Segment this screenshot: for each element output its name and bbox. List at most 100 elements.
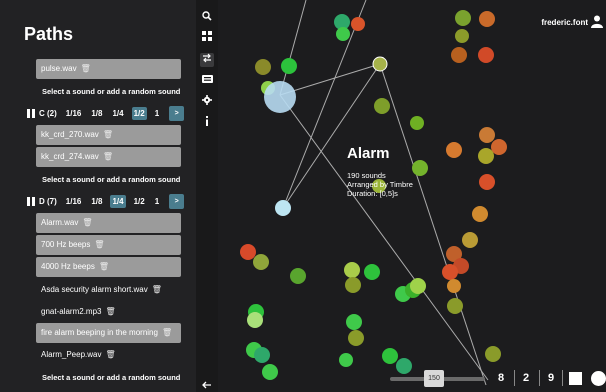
circle-mode-icon[interactable] [591, 371, 606, 386]
info-icon[interactable] [200, 116, 214, 130]
sound-dot[interactable] [462, 232, 478, 248]
user-name[interactable]: frederic.font [541, 18, 588, 27]
sound-dot[interactable] [382, 348, 398, 364]
sound-dot[interactable] [290, 268, 306, 284]
hint-text[interactable]: Select a sound or add a random sound [42, 373, 192, 382]
rate-1-16[interactable]: 1/16 [64, 107, 84, 120]
trash-icon[interactable]: 🗑 [105, 302, 115, 322]
sound-dot[interactable] [339, 353, 353, 367]
sound-dot[interactable] [254, 347, 270, 363]
sound-item[interactable]: pulse.wav 🗑 [36, 59, 181, 79]
sound-item[interactable]: kk_crd_274.wav 🗑 [36, 147, 181, 167]
trash-icon[interactable]: 🗑 [81, 59, 91, 79]
trash-icon[interactable]: 🗑 [103, 125, 113, 145]
sound-dot[interactable] [479, 127, 495, 143]
go-button[interactable]: > [169, 193, 185, 209]
sound-dot[interactable] [455, 29, 469, 43]
trash-icon[interactable]: 🗑 [99, 257, 109, 277]
rate-1-8[interactable]: 1/8 [89, 107, 104, 120]
trash-icon[interactable]: 🗑 [94, 235, 104, 255]
count-button[interactable]: 9 [548, 372, 554, 384]
rate-1-8[interactable]: 1/8 [89, 195, 104, 208]
square-mode-icon[interactable] [569, 372, 582, 385]
sound-dot[interactable] [247, 312, 263, 328]
rate-1[interactable]: 1 [153, 107, 161, 120]
trash-icon[interactable]: 🗑 [152, 280, 162, 300]
trash-icon[interactable]: 🗑 [82, 213, 92, 233]
sound-dot[interactable] [255, 59, 271, 75]
sound-dot[interactable] [447, 298, 463, 314]
sound-label: fire alarm beeping in the morning [41, 328, 158, 337]
sound-dot[interactable] [455, 10, 471, 26]
count-button[interactable]: 8 [498, 372, 504, 384]
sound-item[interactable]: Alarm.wav 🗑 [36, 213, 181, 233]
sound-item[interactable]: 700 Hz beeps 🗑 [36, 235, 181, 255]
sound-dot[interactable] [472, 206, 488, 222]
zoom-slider-thumb[interactable]: 150 [424, 370, 444, 387]
separator [562, 370, 563, 386]
cluster-title: Alarm [347, 145, 390, 162]
sound-dot[interactable] [345, 277, 361, 293]
sound-dot[interactable] [336, 27, 350, 41]
sound-label: Alarm.wav [41, 218, 79, 227]
sound-item[interactable]: Asda security alarm short.wav 🗑 [36, 280, 181, 300]
count-button[interactable]: 2 [523, 372, 529, 384]
sound-item[interactable]: Alarm_Peep.wav 🗑 [36, 345, 181, 365]
sound-dot[interactable] [372, 56, 388, 72]
hint-text[interactable]: Select a sound or add a random sound [42, 175, 192, 184]
pause-icon[interactable] [27, 108, 35, 118]
user-icon[interactable] [590, 14, 604, 28]
rate-1-16[interactable]: 1/16 [64, 195, 84, 208]
sound-dot[interactable] [346, 314, 362, 330]
sound-dot[interactable] [240, 244, 256, 260]
trash-icon[interactable]: 🗑 [105, 345, 115, 365]
gear-icon[interactable] [200, 95, 214, 109]
sound-dot[interactable] [479, 11, 495, 27]
sound-dot[interactable] [374, 98, 390, 114]
keyboard-icon[interactable] [200, 74, 214, 88]
sound-dot[interactable] [364, 264, 380, 280]
sound-dot[interactable] [262, 364, 278, 380]
sound-dot[interactable] [478, 47, 494, 63]
cluster-count: 190 sounds [347, 171, 386, 180]
sound-dot[interactable] [485, 346, 501, 362]
rate-1-4[interactable]: 1/4 [110, 194, 126, 208]
hint-text[interactable]: Select a sound or add a random sound [42, 87, 192, 96]
sound-item[interactable]: fire alarm beeping in the morning 🗑 [36, 323, 181, 343]
sound-map-canvas[interactable] [218, 0, 606, 392]
sound-dot-selected[interactable] [275, 200, 291, 216]
trash-icon[interactable]: 🗑 [103, 147, 113, 167]
sound-dot[interactable] [410, 116, 424, 130]
trash-icon[interactable]: 🗑 [162, 323, 172, 343]
sound-dot[interactable] [442, 264, 458, 280]
search-icon[interactable] [200, 11, 214, 25]
sound-dot[interactable] [351, 17, 365, 31]
sound-item[interactable]: kk_crd_270.wav 🗑 [36, 125, 181, 145]
swap-icon[interactable] [200, 53, 214, 67]
rate-1-2[interactable]: 1/2 [132, 195, 147, 208]
sound-dot[interactable] [478, 148, 494, 164]
sound-dot[interactable] [491, 139, 507, 155]
rate-1-2[interactable]: 1/2 [131, 106, 147, 120]
sound-dot[interactable] [410, 278, 426, 294]
sound-map[interactable]: frederic.font [218, 0, 606, 392]
rate-1[interactable]: 1 [153, 195, 161, 208]
rate-1-4[interactable]: 1/4 [110, 107, 125, 120]
sound-label: gnat-alarm2.mp3 [41, 307, 102, 316]
sound-item[interactable]: 4000 Hz beeps 🗑 [36, 257, 181, 277]
grid-icon[interactable] [200, 31, 214, 45]
sound-dot[interactable] [412, 160, 428, 176]
back-arrow-icon[interactable] [200, 380, 214, 392]
sound-dot[interactable] [348, 330, 364, 346]
sound-dot[interactable] [344, 262, 360, 278]
pause-icon[interactable] [27, 196, 35, 206]
sound-item[interactable]: gnat-alarm2.mp3 🗑 [36, 302, 181, 322]
sound-dot[interactable] [446, 142, 462, 158]
sound-dot[interactable] [447, 279, 461, 293]
go-button[interactable]: > [169, 105, 185, 121]
sound-dot-selected[interactable] [264, 81, 296, 113]
sound-dot[interactable] [451, 47, 467, 63]
sound-dot[interactable] [479, 174, 495, 190]
sound-dot[interactable] [253, 254, 269, 270]
sound-dot[interactable] [281, 58, 297, 74]
